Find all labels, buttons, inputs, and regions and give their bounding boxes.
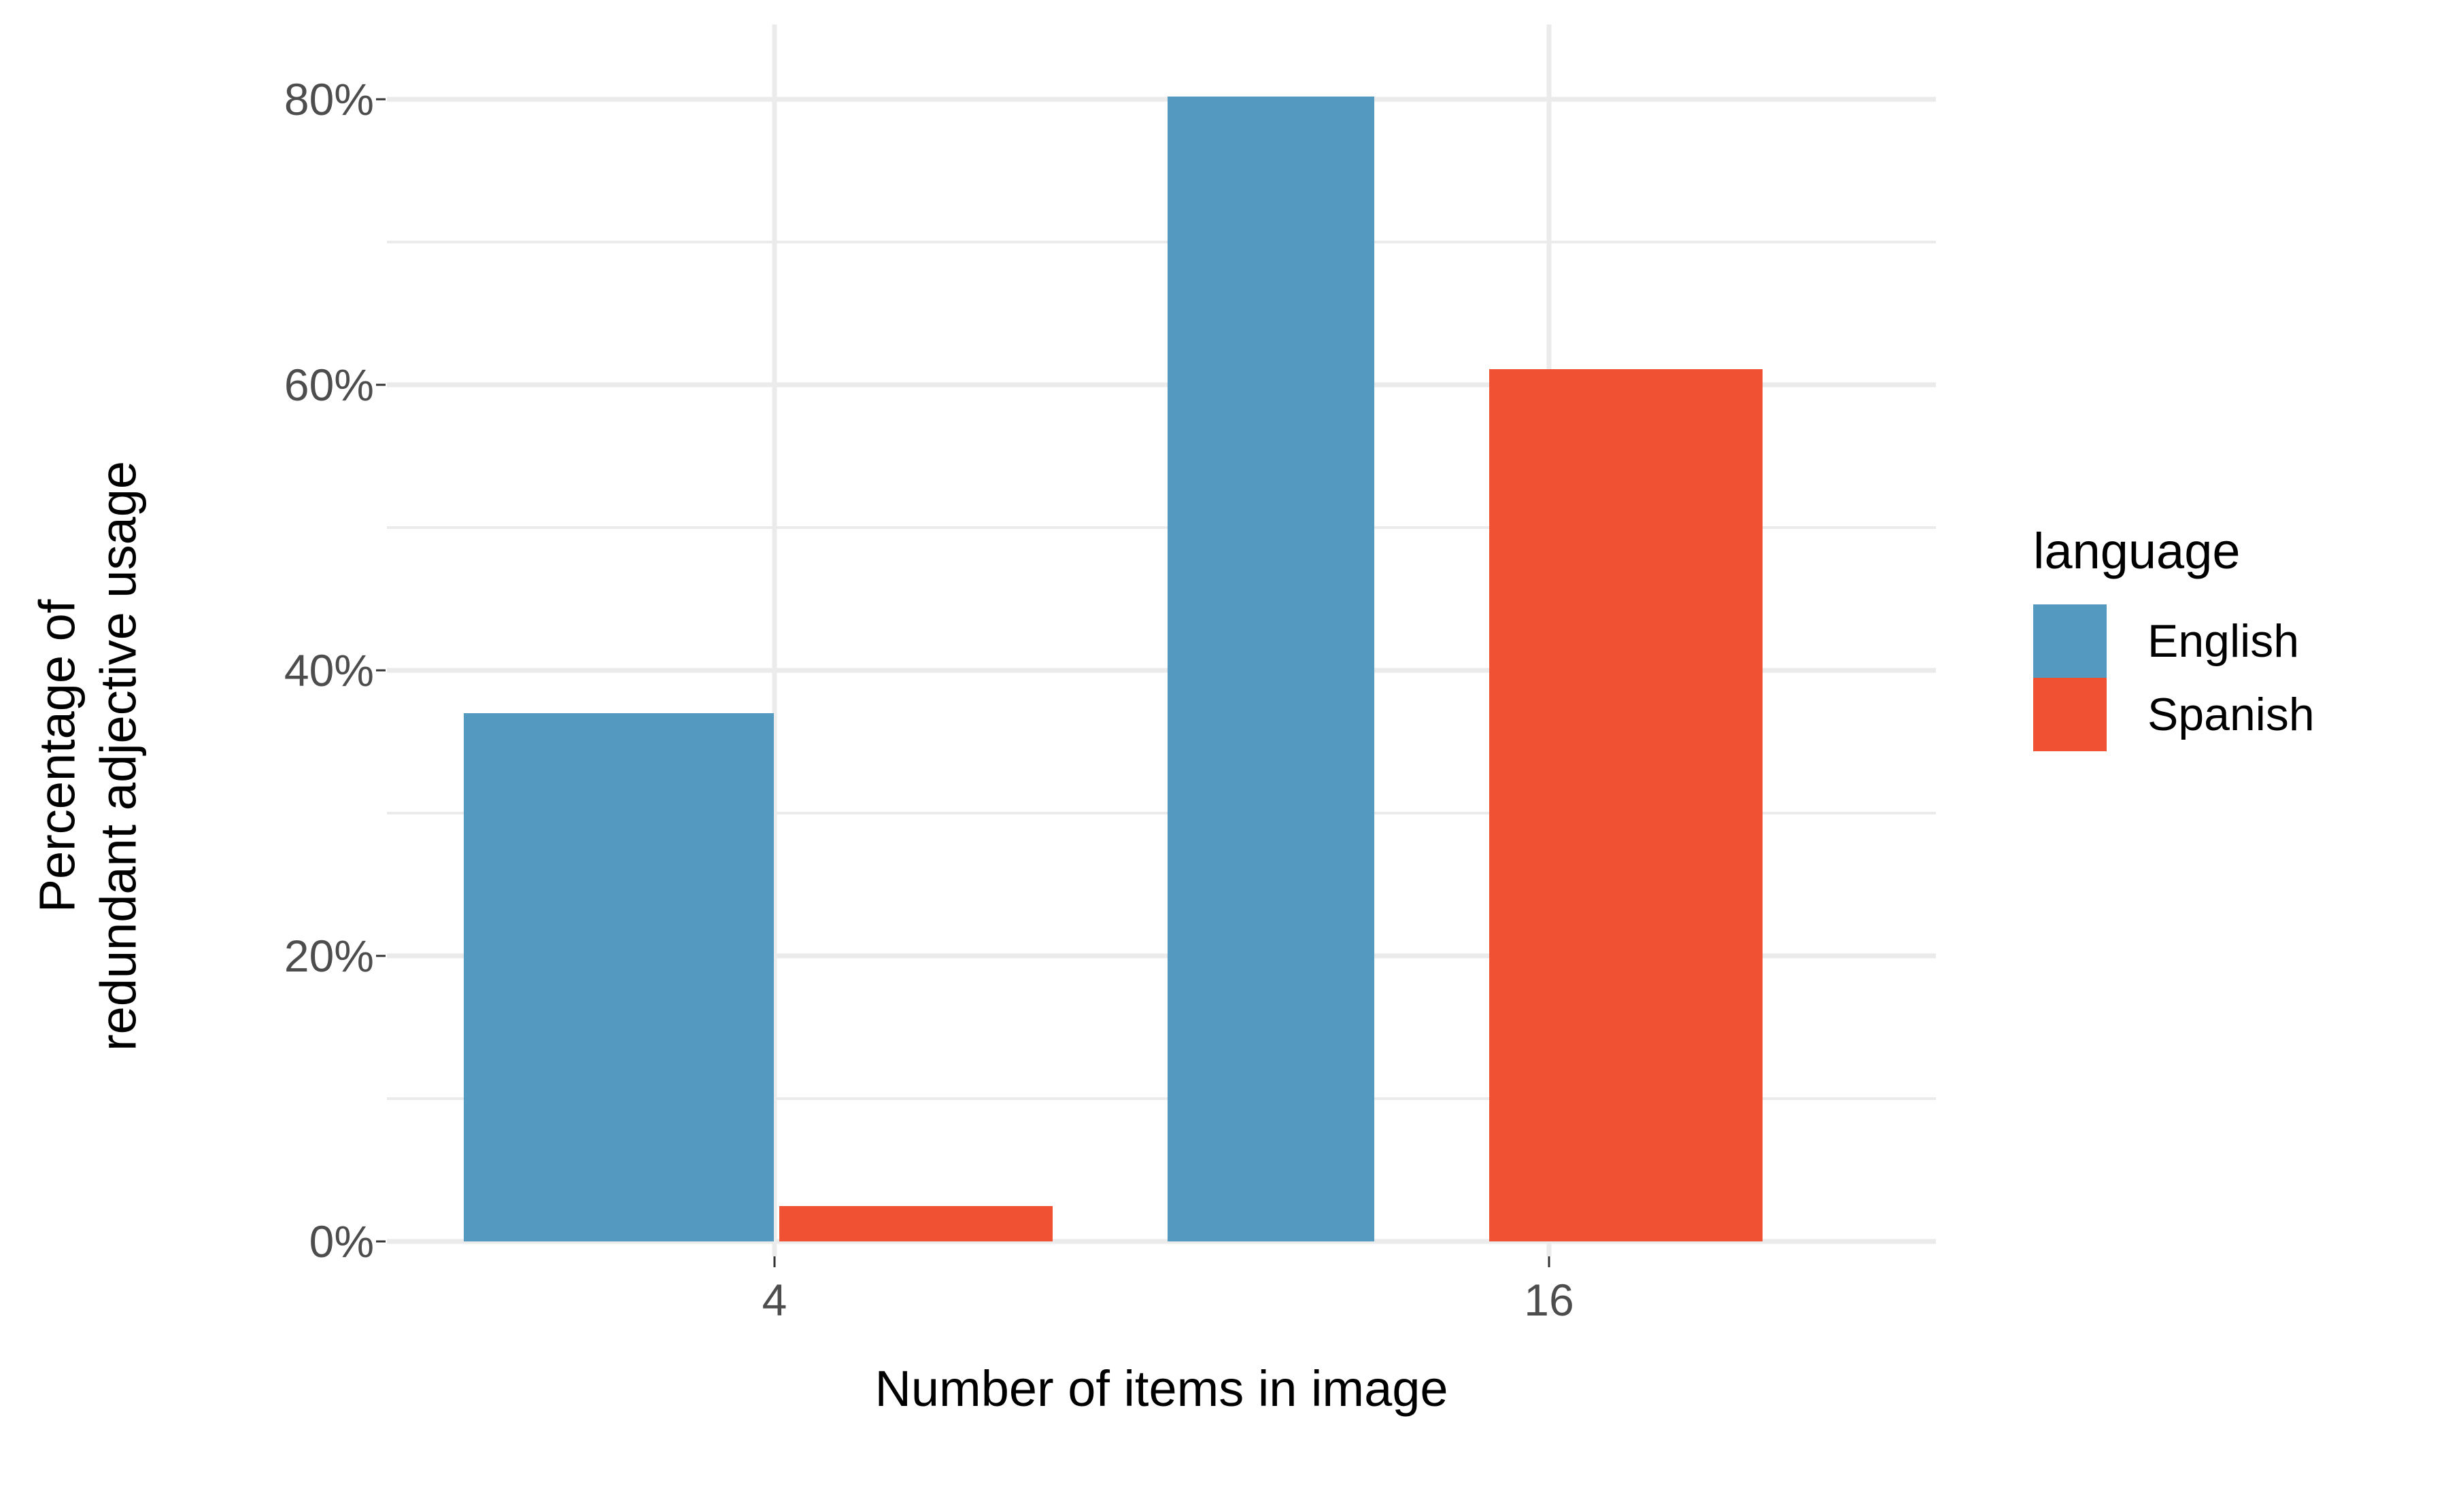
y-tick-mark-60: [376, 383, 386, 386]
bar-english-4[interactable]: [464, 713, 774, 1241]
legend-item-english[interactable]: English: [2033, 604, 2421, 678]
y-axis-title: Percentage of redundant adjective usage: [0, 0, 177, 1512]
bar-spanish-4[interactable]: [779, 1205, 1053, 1241]
y-axis-title-line-1: Percentage of: [29, 599, 86, 913]
x-axis-tick-labels: 4 16: [387, 1274, 1936, 1349]
x-tick-label-16: 16: [1524, 1275, 1574, 1325]
y-tick-label-60: 60%: [284, 360, 374, 410]
legend-swatch-spanish-icon: [2033, 678, 2107, 752]
bar-spanish-16[interactable]: [1489, 368, 1763, 1241]
y-tick-mark-80: [376, 98, 386, 101]
y-tick-mark-20: [376, 955, 386, 957]
legend: language English Spanish: [2033, 523, 2421, 752]
gridline-major-80: [387, 97, 1936, 102]
y-tick-label-0: 0%: [309, 1216, 374, 1267]
y-tick-mark-0: [376, 1240, 386, 1243]
y-axis-tick-marks: [376, 0, 387, 1512]
bar-chart-figure: Percentage of redundant adjective usage …: [0, 0, 2448, 1512]
y-tick-label-80: 80%: [284, 74, 374, 124]
bar-english-16[interactable]: [1168, 96, 1374, 1241]
plot-panel: [387, 24, 1936, 1256]
legend-label-spanish: Spanish: [2147, 689, 2315, 741]
x-tick-label-4: 4: [762, 1275, 787, 1325]
legend-swatch-english-icon: [2033, 604, 2107, 678]
y-axis-title-line-2: redundant adjective usage: [90, 460, 147, 1052]
y-axis-tick-labels: 80% 60% 40% 20% 0%: [170, 0, 374, 1512]
y-tick-mark-40: [376, 669, 386, 672]
legend-item-spanish[interactable]: Spanish: [2033, 678, 2421, 752]
x-axis-tick-marks: [387, 1256, 1936, 1270]
legend-label-english: English: [2147, 615, 2300, 668]
x-tick-mark-4: [773, 1256, 776, 1267]
gridline-minor-70: [387, 241, 1936, 243]
x-tick-mark-16: [1548, 1256, 1550, 1267]
y-tick-label-20: 20%: [284, 931, 374, 981]
y-tick-label-40: 40%: [284, 645, 374, 695]
x-axis-title: Number of items in image: [874, 1360, 1448, 1417]
legend-title: language: [2033, 523, 2241, 579]
